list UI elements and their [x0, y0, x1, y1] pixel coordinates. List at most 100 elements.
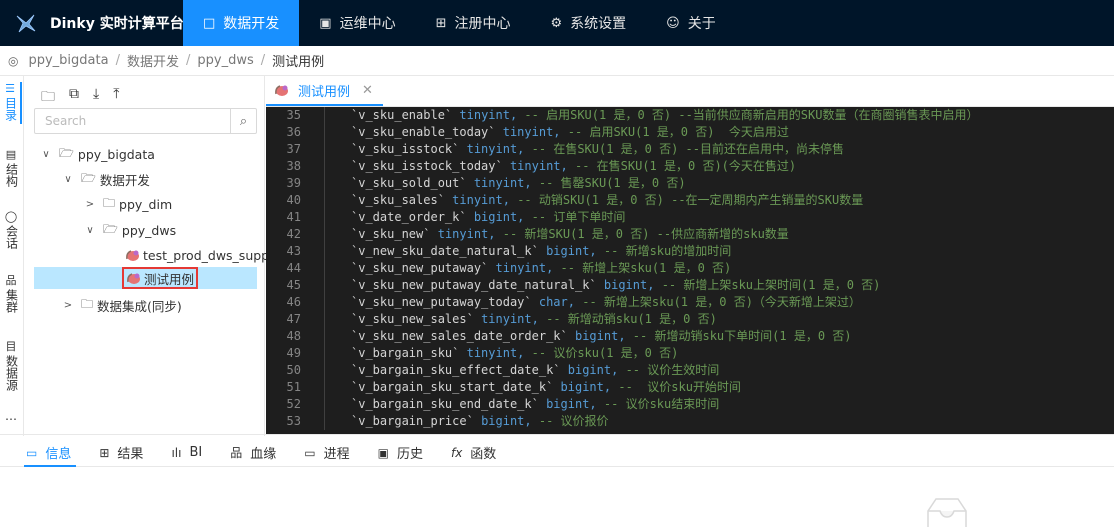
chevron-down-icon[interactable]: ∨: [39, 149, 53, 160]
code-text: `v_sku_isstock_today` tinyint, -- 在售SKU(…: [351, 158, 796, 175]
code-line[interactable]: 51 `v_bargain_sku_start_date_k` bigint, -…: [266, 379, 1114, 396]
editor-tab-label: 测试用例: [298, 84, 351, 100]
tab-bi[interactable]: ılı BI: [171, 443, 202, 462]
code-line[interactable]: 49 `v_bargain_sku` tinyint, -- 议价sku(1 是，…: [266, 345, 1114, 362]
chevron-right-icon[interactable]: >: [83, 199, 97, 210]
line-number: 53: [286, 414, 301, 428]
chevron-down-icon[interactable]: ∨: [61, 174, 75, 185]
tab-divider: [0, 466, 1114, 467]
code-line[interactable]: 39 `v_sku_sold_out` tinyint, -- 售罄SKU(1 是…: [266, 175, 1114, 192]
code-comment: -- 议价sku结束时间: [603, 397, 720, 411]
tab-result[interactable]: ⊞ 结果: [99, 443, 143, 463]
side-tab-cluster[interactable]: 品 集群: [0, 274, 22, 316]
side-tab-more[interactable]: …: [0, 410, 22, 423]
column-type: bigint,: [473, 210, 525, 224]
line-number: 38: [286, 159, 301, 173]
column-type: bigint,: [546, 244, 597, 258]
close-icon[interactable]: ✕: [362, 83, 373, 98]
tab-process[interactable]: ▭ 进程: [304, 443, 349, 463]
code-text: `v_sku_enable` tinyint, -- 启用SKU(1 是，0 否…: [351, 107, 978, 124]
code-line[interactable]: 48 `v_sku_new_sales_date_order_k` bigint,…: [266, 328, 1114, 345]
tree-node[interactable]: > 🗀 数据集成(同步): [61, 294, 182, 316]
line-number: 42: [286, 227, 301, 241]
tab-history[interactable]: ▣ 历史: [378, 443, 423, 463]
code-line[interactable]: 44 `v_sku_new_putaway` tinyint, -- 新增上架sk…: [266, 260, 1114, 277]
tree-node[interactable]: ∨ 🗁 数据开发: [61, 168, 150, 190]
column-name: `v_sku_enable`: [351, 108, 453, 122]
column-name: `v_sku_enable_today`: [351, 125, 496, 139]
nav-settings[interactable]: ⚙ 系统设置: [531, 0, 647, 46]
breadcrumb-current: 测试用例: [272, 55, 325, 70]
column-type: tinyint,: [466, 346, 525, 360]
column-type: bigint,: [481, 414, 532, 428]
tree-node[interactable]: ∨ 🗁 ppy_bigdata: [39, 143, 155, 165]
indent-guide: [324, 175, 325, 192]
side-tab-session[interactable]: ◯ 会话: [0, 210, 22, 252]
nav-devops[interactable]: ▣ 运维中心: [299, 0, 415, 46]
code-comment: -- 启用SKU(1 是，0 否) 今天启用过: [567, 125, 789, 139]
column-name: `v_bargain_price`: [351, 414, 474, 428]
folder-open-icon: 🗁: [81, 170, 96, 185]
tab-lineage[interactable]: 品血缘: [230, 443, 276, 462]
folder-icon: 🗀: [103, 195, 116, 210]
new-file-icon[interactable]: ⧉: [69, 86, 79, 110]
code-line[interactable]: 42 `v_sku_new` tinyint, -- 新增SKU(1 是，0 否)…: [266, 226, 1114, 243]
column-type: bigint,: [567, 363, 619, 377]
tree-node-file[interactable]: test_prod_dws_supp: [125, 244, 269, 266]
editor-tab[interactable]: 测试用例 ✕: [266, 76, 383, 106]
code-line[interactable]: 52 `v_bargain_sku_end_date_k` bigint, -- …: [266, 396, 1114, 413]
tree-node[interactable]: > 🗀 ppy_dim: [83, 193, 172, 215]
code-line[interactable]: 40 `v_sku_sales` tinyint, -- 动销SKU(1 是，0 …: [266, 192, 1114, 209]
nav-data-dev[interactable]: □ 数据开发: [183, 0, 300, 46]
chevron-down-icon[interactable]: ∨: [83, 225, 97, 236]
line-number: 44: [286, 261, 301, 275]
new-folder-icon[interactable]: 🗀: [41, 86, 55, 110]
code-line[interactable]: 53 `v_bargain_price` bigint, -- 议价报价: [266, 413, 1114, 430]
side-tab-datasource[interactable]: 目 数据源: [0, 340, 22, 394]
code-line[interactable]: 38 `v_sku_isstock_today` tinyint, -- 在售SK…: [266, 158, 1114, 175]
app-title: Dinky 实时计算平台: [50, 16, 184, 32]
line-number: 43: [286, 244, 301, 258]
search-icon[interactable]: ⌕: [230, 109, 256, 133]
code-line[interactable]: 45 `v_sku_new_putaway_date_natural_k` big…: [266, 277, 1114, 294]
code-text: `v_bargain_sku_end_date_k` bigint, -- 议价…: [351, 396, 719, 413]
nav-registry[interactable]: ⊞ 注册中心: [416, 0, 531, 46]
top-nav-bar: Dinky 实时计算平台 □ 数据开发 ▣ 运维中心 ⊞ 注册中心 ⚙ 系统设置 ☺ 关于: [0, 0, 1114, 46]
code-line[interactable]: 50 `v_bargain_sku_effect_date_k` bigint, …: [266, 362, 1114, 379]
download-icon[interactable]: ⤓: [93, 86, 99, 110]
nav-about[interactable]: ☺ 关于: [646, 0, 736, 46]
breadcrumb-item[interactable]: 数据开发: [127, 51, 179, 70]
side-tab-catalog[interactable]: ☰ 目录: [0, 82, 22, 124]
side-tab-structure[interactable]: ▤ 结构: [0, 148, 22, 190]
code-line[interactable]: 35 `v_sku_enable` tinyint, -- 启用SKU(1 是，0…: [266, 107, 1114, 124]
code-line[interactable]: 43 `v_new_sku_date_natural_k` bigint, -- …: [266, 243, 1114, 260]
active-tab-indicator: [24, 465, 76, 467]
code-comment: -- 议价生效时间: [625, 363, 720, 377]
code-line[interactable]: 37 `v_sku_isstock` tinyint, -- 在售SKU(1 是，…: [266, 141, 1114, 158]
column-type: bigint,: [603, 278, 655, 292]
line-number: 37: [286, 142, 301, 156]
indent-guide: [324, 362, 325, 379]
breadcrumb-item[interactable]: ppy_dws: [197, 53, 253, 68]
code-line[interactable]: 47 `v_sku_new_sales` tinyint, -- 新增动销sku(…: [266, 311, 1114, 328]
upload-icon[interactable]: ⤒: [113, 86, 119, 110]
code-line[interactable]: 36 `v_sku_enable_today` tinyint, -- 启用SKU…: [266, 124, 1114, 141]
indent-guide: [324, 345, 325, 362]
tab-info[interactable]: ▭ 信息: [26, 443, 71, 463]
tree-node[interactable]: ∨ 🗁 ppy_dws: [83, 219, 176, 241]
chevron-right-icon[interactable]: >: [61, 300, 75, 311]
tab-functions[interactable]: fx 函数: [451, 443, 496, 463]
code-line[interactable]: 46 `v_sku_new_putaway_today` char, -- 新增上…: [266, 294, 1114, 311]
code-editor[interactable]: 35 `v_sku_enable` tinyint, -- 启用SKU(1 是，0…: [266, 107, 1114, 434]
tree-node-file-selected[interactable]: 测试用例: [34, 267, 257, 289]
column-name: `v_sku_new_sales`: [351, 312, 474, 326]
breadcrumb-item[interactable]: ppy_bigdata: [28, 53, 108, 68]
code-comment: -- 新增动销sku(1 是，0 否): [546, 312, 717, 326]
catalog-tree-panel: 🗀 ⧉ ⤓ ⤒ ⌕ ∨ 🗁 ppy_bigdata ∨ 🗁 数据开发 > 🗀 p…: [25, 76, 269, 436]
tree-search-input[interactable]: [35, 109, 230, 133]
column-type: tinyint,: [502, 125, 561, 139]
dashboard-icon: ▣: [319, 15, 332, 31]
code-line[interactable]: 41 `v_date_order_k` bigint, -- 订单下单时间: [266, 209, 1114, 226]
indent-guide: [324, 192, 325, 209]
line-number: 40: [286, 193, 301, 207]
